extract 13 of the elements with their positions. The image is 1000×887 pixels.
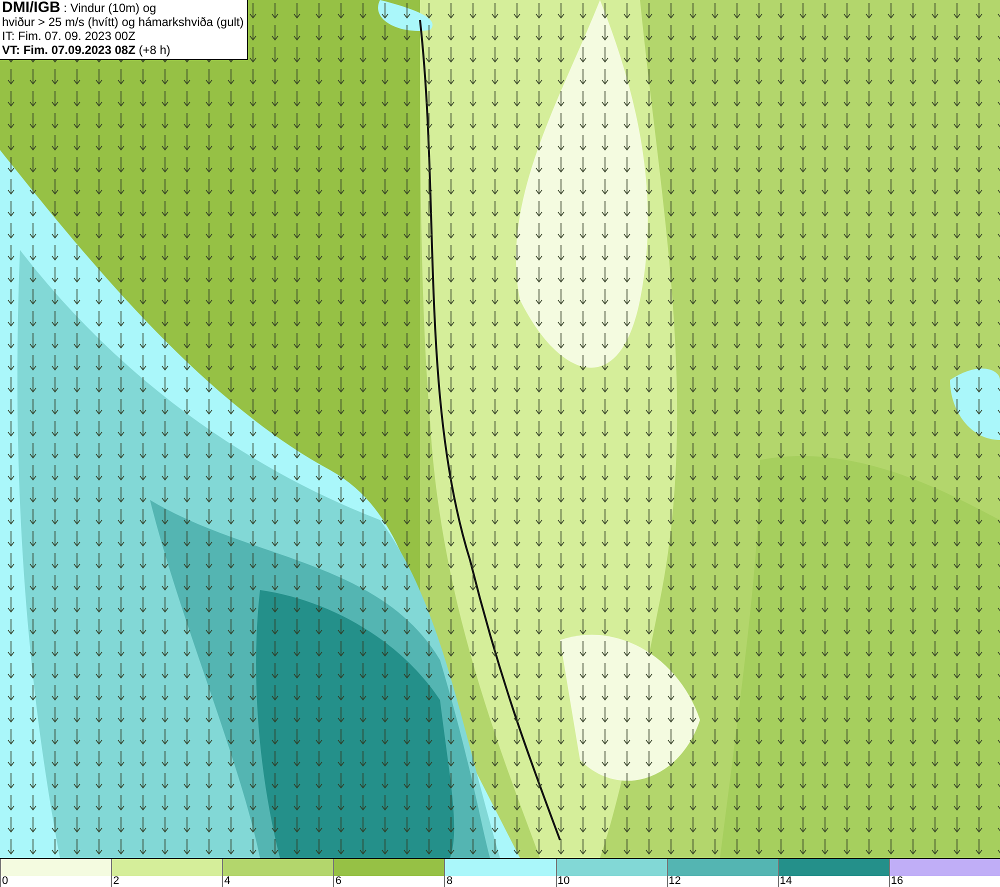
- legend-label: 0: [1, 876, 10, 887]
- legend-label: 12: [668, 876, 682, 887]
- legend-label: 4: [223, 876, 232, 887]
- header-text: VT: Fim. 07.09.2023 08Z (+8 h): [2, 43, 172, 57]
- header-text: IT: Fim. 07. 09. 2023 00Z: [2, 29, 136, 43]
- legend-label: 10: [556, 876, 571, 887]
- legend-label: 16: [890, 876, 904, 887]
- header-text: hviður > 25 m/s (hvítt) og hámarkshviða (gult): [2, 15, 244, 29]
- header-text: DMI/IGB : Vindur (10m) og: [2, 1, 158, 15]
- legend-label: 6: [334, 876, 342, 887]
- legend-label: 2: [112, 876, 120, 887]
- legend-label: 8: [445, 876, 454, 887]
- legend-label: 14: [778, 876, 794, 887]
